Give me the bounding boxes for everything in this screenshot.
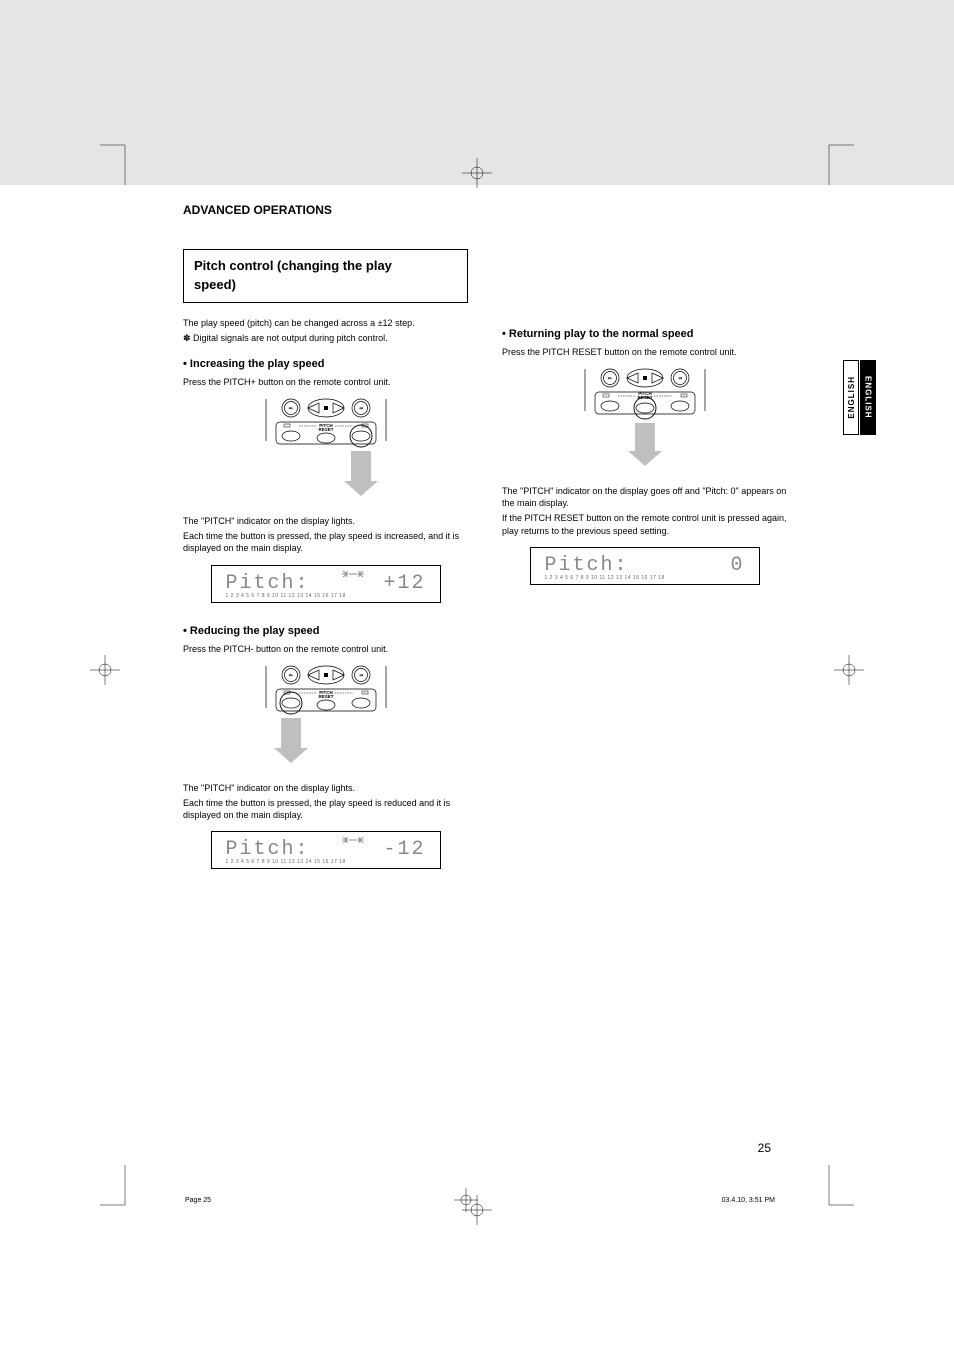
svg-text:−: − (286, 424, 288, 428)
svg-text:↠: ↠ (358, 673, 363, 679)
increasing-heading: Increasing the play speed (183, 358, 468, 370)
left-column: Pitch control (changing the play speed) … (183, 249, 468, 875)
returning-instruction: Press the PITCH RESET button on the remo… (502, 346, 787, 358)
svg-text:↞: ↞ (288, 673, 293, 679)
display-label: Pitch: (545, 554, 629, 577)
svg-text:↠: ↠ (358, 406, 363, 412)
svg-text:↞: ↞ (288, 406, 293, 412)
svg-text:−: − (605, 394, 607, 398)
svg-text:↞: ↞ (607, 376, 612, 382)
registration-mark-footer (454, 1188, 478, 1212)
language-tabs-2: ENGLISH (860, 360, 876, 435)
language-tab-english-left: ENGLISH (843, 360, 859, 435)
crop-mark-top-right (824, 145, 854, 185)
footer: Page 25 03.4.10, 3:51 PM (185, 1188, 775, 1212)
display-value: 0 (730, 554, 744, 577)
returning-heading: Returning play to the normal speed (502, 328, 787, 340)
svg-text:↠: ↠ (677, 376, 682, 382)
registration-mark-top (462, 158, 492, 188)
crop-mark-bottom-right (824, 1165, 854, 1205)
display-increasing: Pitch: +12 1 2 3 4 5 6 7 8 9 10 11 12 13… (211, 565, 441, 603)
increasing-desc-2: Each time the button is pressed, the pla… (183, 530, 468, 554)
display-returning: Pitch: 0 1 2 3 4 5 6 7 8 9 10 11 12 13 1… (530, 547, 760, 585)
feature-title-box: Pitch control (changing the play speed) (183, 249, 468, 303)
registration-mark-left (90, 655, 120, 685)
increasing-instruction: Press the PITCH+ button on the remote co… (183, 376, 468, 388)
scan-icon (342, 835, 364, 845)
scan-icon (342, 569, 364, 579)
reducing-desc-1: The "PITCH" indicator on the display lig… (183, 782, 468, 794)
intro-text: The play speed (pitch) can be changed ac… (183, 317, 468, 329)
display-value: +12 (383, 572, 425, 595)
returning-desc-1: The "PITCH" indicator on the display goe… (502, 485, 787, 509)
svg-text:RESET: RESET (637, 395, 652, 400)
intro-note: Digital signals are not output during pi… (183, 332, 468, 344)
page: ENGLISH ENGLISH ADVANCED OPERATIONS Pitc… (0, 0, 954, 1350)
track-numbers: 1 2 3 4 5 6 7 8 9 10 11 12 13 14 15 16 1… (226, 593, 426, 599)
section-heading: ADVANCED OPERATIONS (183, 203, 783, 217)
reducing-instruction: Press the PITCH- button on the remote co… (183, 643, 468, 655)
content-area: ADVANCED OPERATIONS Pitch control (chang… (183, 203, 783, 241)
remote-figure-increasing: ↞ ↠ − PITCH RESET + (241, 396, 411, 501)
remote-figure-reducing: ↞ ↠ − PITCH RESET + (241, 663, 411, 768)
track-numbers: 1 2 3 4 5 6 7 8 9 10 11 12 13 14 15 16 1… (545, 575, 745, 581)
display-reducing: Pitch: -12 1 2 3 4 5 6 7 8 9 10 11 12 13… (211, 831, 441, 869)
crop-mark-top-left (100, 145, 130, 185)
reducing-heading: Reducing the play speed (183, 625, 468, 637)
svg-text:RESET: RESET (318, 427, 333, 432)
language-tabs: ENGLISH (843, 360, 859, 435)
feature-title-line2: speed) (194, 277, 236, 292)
language-tab-label: ENGLISH (847, 376, 856, 419)
reducing-desc-2: Each time the button is pressed, the pla… (183, 797, 468, 821)
footer-left: Page 25 (185, 1197, 211, 1204)
svg-text:RESET: RESET (318, 694, 333, 699)
display-value: -12 (383, 838, 425, 861)
language-tab-english-right: ENGLISH (860, 360, 876, 435)
display-label: Pitch: (226, 572, 310, 595)
footer-right: 03.4.10, 3:51 PM (722, 1197, 775, 1204)
page-number: 25 (758, 1141, 771, 1155)
track-numbers: 1 2 3 4 5 6 7 8 9 10 11 12 13 14 15 16 1… (226, 859, 426, 865)
crop-mark-bottom-left (100, 1165, 130, 1205)
increasing-desc-1: The "PITCH" indicator on the display lig… (183, 515, 468, 527)
registration-mark-right (834, 655, 864, 685)
returning-desc-2: If the PITCH RESET button on the remote … (502, 512, 787, 536)
right-column: Returning play to the normal speed Press… (502, 249, 787, 591)
remote-figure-returning: ↞ ↠ − PITCH RESET + (560, 366, 730, 471)
display-label: Pitch: (226, 838, 310, 861)
language-tab-label: ENGLISH (864, 376, 873, 419)
feature-title-line1: Pitch control (changing the play (194, 258, 392, 273)
svg-text:+: + (364, 690, 366, 694)
svg-text:+: + (683, 394, 685, 398)
